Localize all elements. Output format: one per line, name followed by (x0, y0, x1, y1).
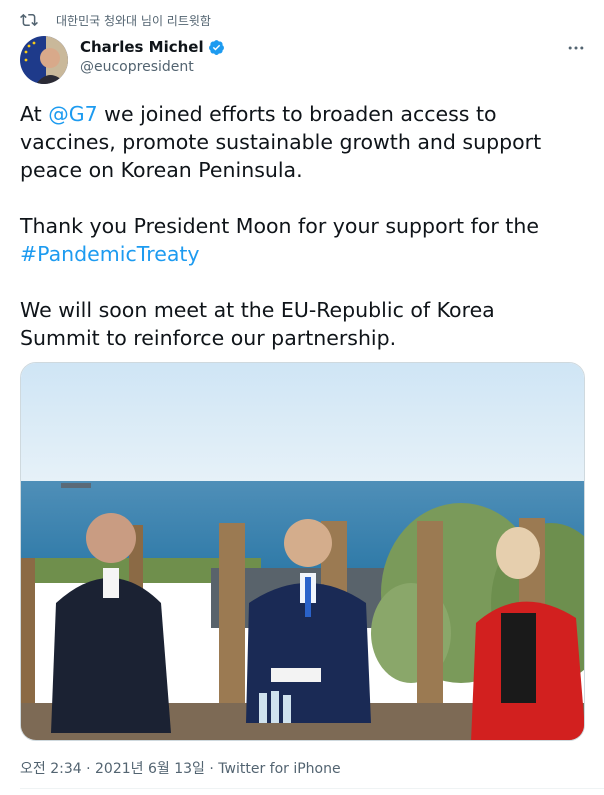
verified-badge-icon (208, 39, 224, 55)
author-block[interactable]: Charles Michel @eucopresident (80, 38, 225, 75)
meta-separator: · (86, 761, 91, 777)
author-handle[interactable]: @eucopresident (80, 59, 225, 75)
tweet-text: At @G7 we joined efforts to broaden acce… (20, 100, 580, 352)
hashtag-link[interactable]: #PandemicTreaty (20, 242, 200, 266)
text-segment: At (20, 102, 49, 126)
tweet-meta: 오전 2:34 · 2021년 6월 13일 · Twitter for iPh… (20, 758, 341, 778)
retweet-context[interactable]: 대한민국 청와대 님이 리트윗함 (20, 10, 211, 30)
avatar[interactable] (20, 36, 68, 84)
display-name[interactable]: Charles Michel (80, 38, 204, 56)
tweet-date[interactable]: 2021년 6월 13일 (95, 761, 205, 777)
tweet-time[interactable]: 오전 2:34 (20, 761, 82, 777)
tweet-photo[interactable] (20, 362, 585, 741)
text-segment: we joined efforts to broaden access to v… (20, 102, 548, 182)
text-segment: We will soon meet at the EU-Republic of … (20, 298, 502, 350)
more-options-icon[interactable] (566, 38, 586, 58)
retweet-icon (20, 13, 38, 27)
retweet-label: 대한민국 청와대 님이 리트윗함 (56, 13, 211, 28)
mention-link[interactable]: @G7 (48, 102, 97, 126)
meta-separator: · (209, 761, 214, 777)
divider (20, 788, 604, 789)
text-segment: Thank you President Moon for your suppor… (20, 214, 546, 238)
tweet-source: Twitter for iPhone (218, 761, 341, 777)
